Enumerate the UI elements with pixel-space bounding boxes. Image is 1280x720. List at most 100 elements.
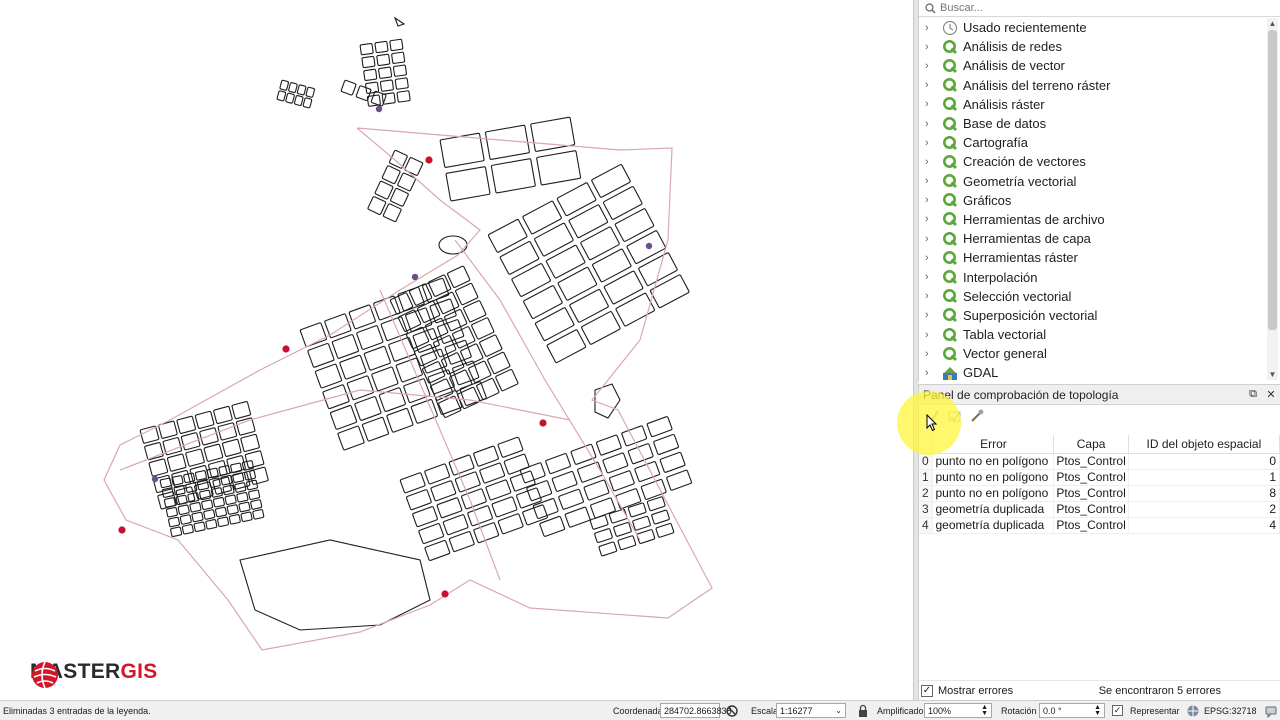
toolbox-scrollbar[interactable]: ▲ ▼ bbox=[1267, 18, 1278, 380]
rotation-spinbox[interactable]: 0.0 ° ▲ ▼ bbox=[1039, 703, 1105, 718]
chevron-right-icon[interactable]: › bbox=[925, 175, 939, 187]
magnifier-spinbox[interactable]: 100% ▲ ▼ bbox=[924, 703, 992, 718]
scale-combobox[interactable]: 1:16277 ⌄ bbox=[776, 703, 846, 718]
chevron-right-icon[interactable]: › bbox=[925, 22, 939, 34]
chevron-right-icon[interactable]: › bbox=[925, 79, 939, 91]
chevron-right-icon[interactable]: › bbox=[925, 309, 939, 321]
toolbox-group-item[interactable]: › Creación de vectores bbox=[919, 152, 1267, 171]
error-cell[interactable]: punto no en polígono bbox=[932, 485, 1055, 502]
building-block bbox=[180, 432, 201, 451]
toolbox-group-item[interactable]: › Herramientas de capa bbox=[919, 229, 1267, 248]
spin-arrows-icon[interactable]: ▲ ▼ bbox=[1094, 704, 1101, 717]
chevron-right-icon[interactable]: › bbox=[925, 233, 939, 245]
table-row[interactable]: 1 punto no en polígono Ptos_Control 1 bbox=[919, 469, 1280, 486]
row-index[interactable]: 4 bbox=[919, 517, 934, 534]
row-index[interactable]: 0 bbox=[919, 453, 934, 470]
row-index[interactable]: 2 bbox=[919, 485, 934, 502]
row-index[interactable]: 1 bbox=[919, 469, 934, 486]
building-block bbox=[340, 79, 357, 96]
table-row[interactable]: 2 punto no en polígono Ptos_Control 8 bbox=[919, 485, 1280, 502]
crs-globe-icon[interactable] bbox=[1186, 704, 1200, 718]
layer-cell[interactable]: Ptos_Control bbox=[1053, 485, 1129, 502]
chevron-right-icon[interactable]: › bbox=[925, 367, 939, 379]
building-block bbox=[581, 311, 621, 345]
toolbox-group-item[interactable]: › Geometría vectorial bbox=[919, 172, 1267, 191]
toolbox-group-item[interactable]: › Cartografía bbox=[919, 133, 1267, 152]
scroll-down-icon[interactable]: ▼ bbox=[1267, 369, 1278, 380]
chevron-right-icon[interactable]: › bbox=[925, 348, 939, 360]
toolbox-group-item[interactable]: › Análisis de vector bbox=[919, 56, 1267, 75]
feature-id-cell[interactable]: 0 bbox=[1128, 453, 1280, 470]
toolbox-group-item[interactable]: › Análisis del terreno ráster bbox=[919, 76, 1267, 95]
toolbox-group-item[interactable]: › GDAL bbox=[919, 363, 1267, 382]
error-cell[interactable]: punto no en polígono bbox=[932, 453, 1055, 470]
toolbox-group-item[interactable]: › Interpolación bbox=[919, 267, 1267, 286]
feature-id-cell[interactable]: 4 bbox=[1128, 517, 1280, 534]
chevron-right-icon[interactable]: › bbox=[925, 41, 939, 53]
feature-id-cell[interactable]: 2 bbox=[1128, 501, 1280, 518]
layer-cell[interactable]: Ptos_Control bbox=[1053, 501, 1129, 518]
scrollbar-thumb[interactable] bbox=[1268, 30, 1277, 330]
lock-icon[interactable] bbox=[856, 704, 870, 718]
toolbox-group-item[interactable]: › Base de datos bbox=[919, 114, 1267, 133]
layer-cell[interactable]: Ptos_Control bbox=[1053, 469, 1129, 486]
toolbox-group-item[interactable]: › Superposición vectorial bbox=[919, 306, 1267, 325]
chevron-right-icon[interactable]: › bbox=[925, 194, 939, 206]
column-feature-id[interactable]: ID del objeto espacial bbox=[1128, 435, 1280, 454]
row-index[interactable]: 3 bbox=[919, 501, 934, 518]
building-block bbox=[222, 484, 235, 496]
chevron-right-icon[interactable]: › bbox=[925, 118, 939, 130]
toolbox-group-item[interactable]: › Gráficos bbox=[919, 191, 1267, 210]
render-checkbox[interactable]: ✓ bbox=[1112, 705, 1123, 716]
toolbox-group-item[interactable]: › Herramientas ráster bbox=[919, 248, 1267, 267]
building-block bbox=[240, 511, 253, 523]
configure-rules-icon[interactable] bbox=[969, 408, 985, 424]
feature-id-cell[interactable]: 8 bbox=[1128, 485, 1280, 502]
urban-block-map[interactable] bbox=[0, 0, 913, 700]
column-layer[interactable]: Capa bbox=[1053, 435, 1129, 454]
chevron-down-icon[interactable]: ⌄ bbox=[835, 706, 842, 715]
table-row[interactable]: 4 geometría duplicada Ptos_Control 4 bbox=[919, 517, 1280, 534]
toolbox-item-label: Análisis del terreno ráster bbox=[963, 77, 1111, 93]
spin-arrows-icon[interactable]: ▲ ▼ bbox=[981, 704, 988, 717]
search-input[interactable] bbox=[940, 2, 1240, 14]
coordinate-field[interactable]: 284702.8663838 bbox=[660, 703, 732, 718]
toolbox-group-item[interactable]: › Usado recientemente bbox=[919, 18, 1267, 37]
map-canvas[interactable]: MASTERGIS bbox=[0, 0, 913, 700]
feature-id-cell[interactable]: 1 bbox=[1128, 469, 1280, 486]
toolbox-group-item[interactable]: › Vector general bbox=[919, 344, 1267, 363]
toolbox-group-item[interactable]: › Análisis de redes bbox=[919, 37, 1267, 56]
table-row[interactable]: 0 punto no en polígono Ptos_Control 0 bbox=[919, 453, 1280, 470]
chevron-right-icon[interactable]: › bbox=[925, 329, 939, 341]
error-cell[interactable]: geometría duplicada bbox=[932, 517, 1055, 534]
toolbox-group-item[interactable]: › Selección vectorial bbox=[919, 287, 1267, 306]
building-block bbox=[436, 497, 463, 519]
toggle-extents-icon[interactable] bbox=[725, 704, 739, 718]
layer-cell[interactable]: Ptos_Control bbox=[1053, 453, 1129, 470]
toolbox-search[interactable] bbox=[919, 0, 1280, 17]
chevron-right-icon[interactable]: › bbox=[925, 98, 939, 110]
error-cell[interactable]: punto no en polígono bbox=[932, 469, 1055, 486]
messages-icon[interactable] bbox=[1264, 704, 1278, 718]
chevron-right-icon[interactable]: › bbox=[925, 271, 939, 283]
layer-cell[interactable]: Ptos_Control bbox=[1053, 517, 1129, 534]
chevron-right-icon[interactable]: › bbox=[925, 290, 939, 302]
scroll-up-icon[interactable]: ▲ bbox=[1267, 18, 1278, 29]
chevron-right-icon[interactable]: › bbox=[925, 252, 939, 264]
toolbox-group-item[interactable]: › Tabla vectorial bbox=[919, 325, 1267, 344]
error-cell[interactable]: geometría duplicada bbox=[932, 501, 1055, 518]
chevron-right-icon[interactable]: › bbox=[925, 156, 939, 168]
chevron-right-icon[interactable]: › bbox=[925, 60, 939, 72]
close-icon[interactable]: ✕ bbox=[1262, 388, 1280, 401]
table-row[interactable]: 3 geometría duplicada Ptos_Control 2 bbox=[919, 501, 1280, 518]
chevron-right-icon[interactable]: › bbox=[925, 137, 939, 149]
toolbox-item-label: Interpolación bbox=[963, 269, 1038, 285]
crs-label[interactable]: EPSG:32718 bbox=[1204, 706, 1257, 716]
chevron-right-icon[interactable]: › bbox=[925, 213, 939, 225]
building-block bbox=[244, 450, 265, 469]
toolbox-group-item[interactable]: › Análisis ráster bbox=[919, 95, 1267, 114]
show-errors-checkbox[interactable]: ✓ bbox=[921, 684, 933, 697]
float-panel-icon[interactable]: ⧉ bbox=[1244, 388, 1262, 401]
toolbox-group-item[interactable]: › Herramientas de archivo bbox=[919, 210, 1267, 229]
building-block bbox=[206, 467, 219, 479]
